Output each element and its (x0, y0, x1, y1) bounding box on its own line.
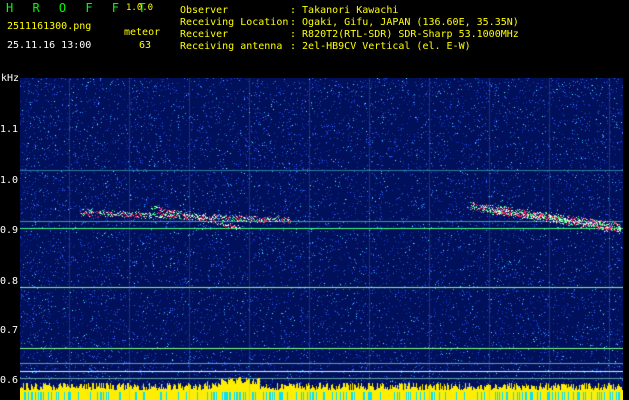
info-value-receiver: : R820T2(RTL-SDR) SDR-Sharp 53.1000MHz (290, 29, 519, 40)
info-label-antenna: Receiving antenna (180, 41, 283, 52)
file-name: 2511161300.png (7, 21, 92, 32)
y-tick-0-6: 0.6 (0, 375, 19, 386)
y-tick-1-1: 1.1 (0, 124, 19, 135)
info-label-receiver: Receiver (180, 29, 229, 40)
info-label-location: Receiving Location (180, 17, 289, 28)
meteor-label: meteor (124, 27, 161, 38)
y-axis-unit: kHz (1, 73, 20, 84)
app-version: 1.0.0 (126, 3, 154, 13)
y-tick-0-9: 0.9 (0, 225, 19, 236)
spectrogram-canvas (20, 78, 623, 400)
meteor-count: 63 (139, 40, 152, 51)
y-tick-0-8: 0.8 (0, 276, 19, 287)
date-time: 25.11.16 13:00 (7, 40, 92, 51)
info-label-observer: Observer (180, 5, 229, 16)
info-value-antenna: : 2el-HB9CV Vertical (el. E-W) (290, 41, 471, 52)
y-tick-1-0: 1.0 (0, 175, 19, 186)
spectrogram-plot (20, 78, 623, 400)
info-value-observer: : Takanori Kawachi (290, 5, 399, 16)
info-value-location: : Ogaki, Gifu, JAPAN (136.60E, 35.35N) (290, 17, 519, 28)
y-tick-0-7: 0.7 (0, 325, 19, 336)
